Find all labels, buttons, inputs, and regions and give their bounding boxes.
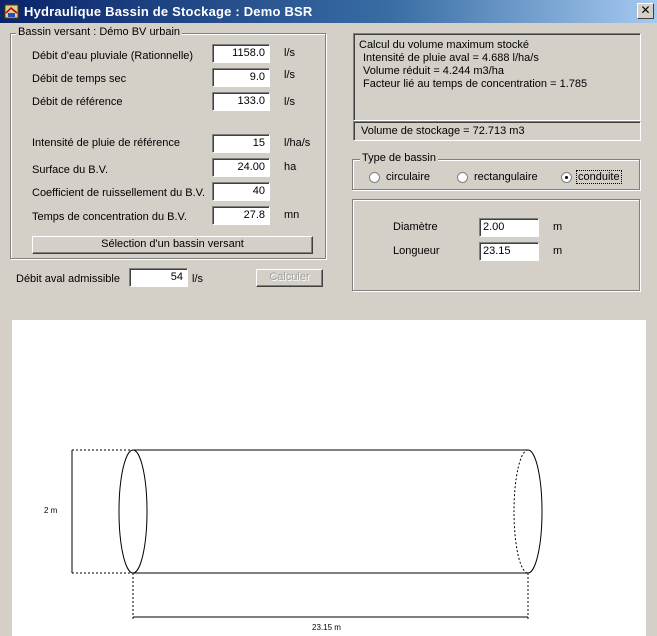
type-bassin-legend: Type de bassin [360,152,438,164]
longueur-label: Longueur [393,245,440,257]
window-title: Hydraulique Bassin de Stockage : Demo BS… [24,4,313,19]
radio-circulaire-label[interactable]: circulaire [386,171,430,183]
debit-pluviale-unit: l/s [284,47,295,59]
debit-aval-input[interactable]: 54 [129,268,188,287]
intensite-pluie-label: Intensité de pluie de référence [32,137,180,149]
temps-concentration-label: Temps de concentration du B.V. [32,211,187,223]
radio-conduite-label[interactable]: conduite [576,170,622,184]
diametre-input[interactable]: 2.00 [479,218,539,237]
temps-concentration-input[interactable]: 27.8 [212,206,270,225]
pipe-right-end-back [513,449,529,574]
surface-bv-input[interactable]: 24.00 [212,158,270,177]
longueur-unit: m [553,245,563,257]
close-button[interactable]: ✕ [637,3,654,19]
debit-temps-sec-unit: l/s [284,69,295,81]
intensite-pluie-unit: l/ha/s [284,137,311,149]
calcul-intensite-aval: Intensité de pluie aval = 4.688 l/ha/s [363,52,539,64]
debit-pluviale-input[interactable]: 1158.0 [212,44,270,63]
debit-pluviale-label: Débit d'eau pluviale (Rationnelle) [32,50,194,62]
coefficient-ruissellement-input[interactable]: 40 [212,182,270,201]
title-bar: Hydraulique Bassin de Stockage : Demo BS… [0,0,657,23]
debit-reference-input[interactable]: 133.0 [212,92,270,111]
diametre-unit: m [553,221,563,233]
temps-concentration-unit: mn [284,209,300,221]
intensite-pluie-input[interactable]: 15 [212,134,270,153]
radio-rectangulaire[interactable] [457,172,468,183]
close-icon: ✕ [640,3,651,17]
diametre-label: Diamètre [393,221,438,233]
calculer-button[interactable]: Calculer [256,269,323,287]
drawing-canvas: 2 m 23.15 m [12,320,646,636]
radio-circulaire[interactable] [369,172,380,183]
radio-rectangulaire-label[interactable]: rectangulaire [474,171,538,183]
debit-temps-sec-label: Débit de temps sec [32,73,127,85]
calcul-facteur-concentration: Facteur lié au temps de concentration = … [363,78,588,90]
longueur-input[interactable]: 23.15 [479,242,539,261]
debit-temps-sec-input[interactable]: 9.0 [212,68,270,87]
debit-reference-label: Débit de référence [32,96,123,108]
bassin-versant-legend: Bassin versant : Démo BV urbain [16,26,183,38]
surface-bv-label: Surface du B.V. [32,164,109,176]
calcul-volume-reduit: Volume réduit = 4.244 m3/ha [363,65,504,77]
coefficient-ruissellement-label: Coefficient de ruissellement du B.V. [32,187,206,199]
pipe-right-end-front [527,449,543,574]
length-label: 23.15 m [312,623,341,632]
volume-stockage-text: Volume de stockage = 72.713 m3 [361,125,525,137]
debit-aval-label: Débit aval admissible [16,273,120,285]
calcul-title: Calcul du volume maximum stocké [359,39,529,51]
select-bassin-versant-button[interactable]: Sélection d'un bassin versant [32,236,313,254]
debit-reference-unit: l/s [284,96,295,108]
app-icon [4,4,19,19]
pipe-left-end [118,449,148,574]
radio-conduite[interactable] [561,172,572,183]
pipe-drawing: 2 m 23.15 m [44,449,543,632]
debit-aval-unit: l/s [192,273,203,285]
diameter-label: 2 m [44,506,58,515]
surface-bv-unit: ha [284,161,297,173]
